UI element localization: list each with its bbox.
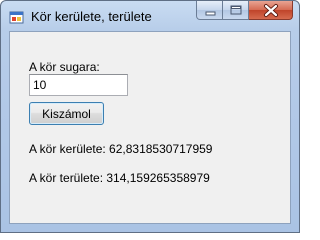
radius-input[interactable] (29, 74, 128, 96)
radius-label: A kör sugara: (29, 60, 100, 74)
window-title: Kör kerülete, területe (31, 9, 152, 24)
app-window-icon (9, 9, 25, 25)
area-result: A kör területe: 314,159265358979 (29, 171, 210, 185)
circumference-result: A kör kerülete: 62,8318530717959 (29, 142, 213, 156)
form-client-area: A kör sugara: Kiszámol A kör kerülete: 6… (9, 31, 291, 224)
minimize-button[interactable] (196, 1, 223, 20)
maximize-button[interactable] (223, 1, 249, 20)
close-button[interactable] (249, 1, 293, 20)
caption-buttons (196, 1, 293, 20)
close-icon (264, 4, 278, 17)
app-window: Kör kerülete, területe A kör sugara: 10 … (0, 0, 300, 233)
minimize-icon (205, 11, 216, 16)
calculate-button[interactable]: Kiszámol (29, 102, 104, 125)
maximize-icon (230, 5, 242, 15)
title-bar[interactable]: Kör kerülete, területe (1, 1, 299, 31)
